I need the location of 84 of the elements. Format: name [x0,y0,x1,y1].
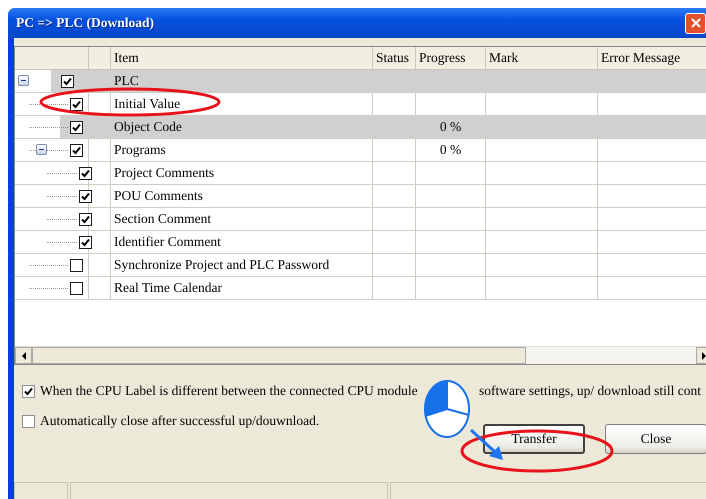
right-arrow-icon [702,352,706,360]
checkbox[interactable] [70,282,83,295]
table-cell [89,139,111,162]
checkmark-icon [63,77,72,86]
table-cell [373,139,416,162]
checkmark-icon [81,192,90,201]
checkmark-icon [81,238,90,247]
column-header[interactable]: Mark [486,47,598,69]
minus-icon [20,77,27,84]
progress-value: 0 % [416,139,486,162]
table-cell [416,208,486,231]
item-name: PLC [111,70,373,93]
item-name: Synchronize Project and PLC Password [111,254,373,277]
collapse-toggle[interactable] [36,144,47,155]
item-name: Real Time Calendar [111,277,373,300]
table-cell [416,162,486,185]
table-cell [89,208,111,231]
table-row[interactable]: POU Comments [15,185,706,208]
item-name: Section Comment [111,208,373,231]
horizontal-scrollbar[interactable] [15,346,706,364]
table-cell [416,277,486,300]
table-cell [373,231,416,254]
left-arrow-icon [21,352,26,360]
item-name: Identifier Comment [111,231,373,254]
checkmark-icon [81,215,90,224]
column-header[interactable]: Progress [416,47,486,69]
item-name: POU Comments [111,185,373,208]
table-row[interactable]: Project Comments [15,162,706,185]
table-cell [373,162,416,185]
pie-clock-icon [423,379,471,439]
window-title: PC => PLC (Download) [16,15,154,31]
table-cell [373,185,416,208]
table-cell [416,231,486,254]
item-name: Object Code [111,116,373,139]
table-row[interactable]: Real Time Calendar [15,277,706,300]
checkbox[interactable] [70,98,83,111]
table-cell [89,254,111,277]
checkbox[interactable] [22,414,35,428]
scrollbar-thumb[interactable] [32,347,526,364]
pointer-arrow [469,428,505,462]
table-row[interactable]: Programs 0 % [15,139,706,162]
table-row[interactable]: Object Code 0 % [15,116,706,139]
checkbox[interactable] [79,213,92,226]
checkbox[interactable] [70,121,83,134]
scroll-left-button[interactable] [15,347,32,364]
option-label: When the CPU Label is different between the connected CPU module [40,383,419,399]
checkbox[interactable] [70,259,83,272]
checkbox[interactable] [70,144,83,157]
checkmark-icon [72,146,81,155]
close-button[interactable] [685,12,706,34]
table-cell [373,277,416,300]
table-row[interactable]: Synchronize Project and PLC Password [15,254,706,277]
table-cell [89,231,111,254]
option-label: Automatically close after successful up/douwnload. [40,413,320,429]
checkbox[interactable] [79,236,92,249]
collapse-toggle[interactable] [18,75,29,86]
table-cell [89,277,111,300]
item-name: Programs [111,139,373,162]
checkbox[interactable] [79,190,92,203]
table-cell [373,208,416,231]
checkmark-icon [81,169,90,178]
column-header[interactable]: Item [111,47,373,69]
table-cell [416,254,486,277]
checkbox[interactable] [61,75,74,88]
checkmark-icon [72,123,81,132]
option-label: software settings, up/ download still cont [479,383,701,399]
table-cell [373,254,416,277]
table-row[interactable]: PLC [15,70,706,93]
table-cell [89,162,111,185]
item-name: Project Comments [111,162,373,185]
table-row[interactable]: Section Comment [15,208,706,231]
checkmark-icon [72,100,81,109]
table-cell [89,185,111,208]
close-button[interactable]: Close [605,424,706,454]
table-row[interactable]: Identifier Comment [15,231,706,254]
checkmark-icon [24,386,33,396]
minus-icon [38,146,45,153]
column-header[interactable]: Error Message [598,47,706,69]
checkbox[interactable] [22,384,35,398]
progress-value: 0 % [416,116,486,139]
column-header[interactable]: Status [373,47,416,69]
table-cell [416,185,486,208]
close-icon [690,17,702,29]
checkbox[interactable] [79,167,92,180]
